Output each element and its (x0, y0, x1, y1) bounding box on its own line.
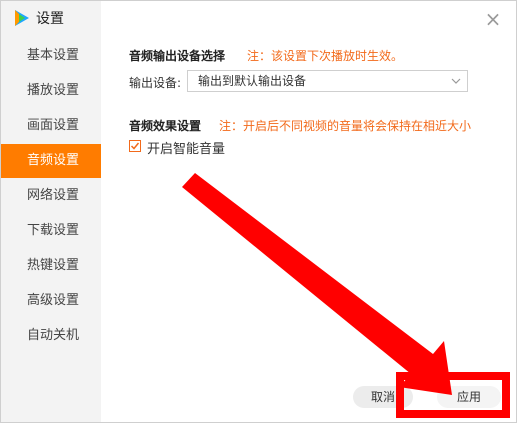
chevron-down-icon (451, 78, 461, 84)
sidebar-item-picture[interactable]: 画面设置 (1, 109, 101, 143)
cancel-button[interactable]: 取消 (353, 386, 413, 408)
audio-effect-title: 音频效果设置 (129, 119, 202, 133)
output-device-value: 输出到默认输出设备 (198, 74, 307, 88)
sidebar-item-download[interactable]: 下载设置 (1, 214, 101, 248)
smart-volume-checkbox[interactable] (129, 140, 141, 152)
settings-window: 设置 基本设置 播放设置 画面设置 音频设置 网络设置 下载设置 热键设置 高级… (0, 0, 517, 423)
check-icon (130, 142, 140, 150)
output-device-label: 输出设备: (129, 76, 182, 90)
sidebar-item-advanced[interactable]: 高级设置 (1, 284, 101, 318)
sidebar-item-audio[interactable]: 音频设置 (1, 144, 101, 178)
audio-output-note: 注：该设置下次播放时生效。 (247, 49, 404, 63)
sidebar-item-hotkeys[interactable]: 热键设置 (1, 249, 101, 283)
output-device-select[interactable]: 输出到默认输出设备 (187, 70, 468, 92)
apply-button[interactable]: 应用 (437, 386, 501, 408)
audio-effect-note: 注：开启后不同视频的音量将会保持在相近大小 (219, 119, 472, 133)
sidebar-item-playback[interactable]: 播放设置 (1, 74, 101, 108)
sidebar-item-basic[interactable]: 基本设置 (1, 39, 101, 73)
smart-volume-label: 开启智能音量 (147, 142, 226, 157)
sidebar-item-auto-shutdown[interactable]: 自动关机 (1, 319, 101, 353)
audio-output-title: 音频输出设备选择 (129, 49, 226, 63)
sidebar: 设置 基本设置 播放设置 画面设置 音频设置 网络设置 下载设置 热键设置 高级… (1, 1, 101, 422)
window-title: 设置 (36, 11, 64, 27)
sidebar-item-network[interactable]: 网络设置 (1, 179, 101, 213)
title-bar: 设置 (1, 1, 101, 39)
close-icon[interactable]: × (484, 9, 502, 29)
app-logo-icon (15, 10, 29, 26)
